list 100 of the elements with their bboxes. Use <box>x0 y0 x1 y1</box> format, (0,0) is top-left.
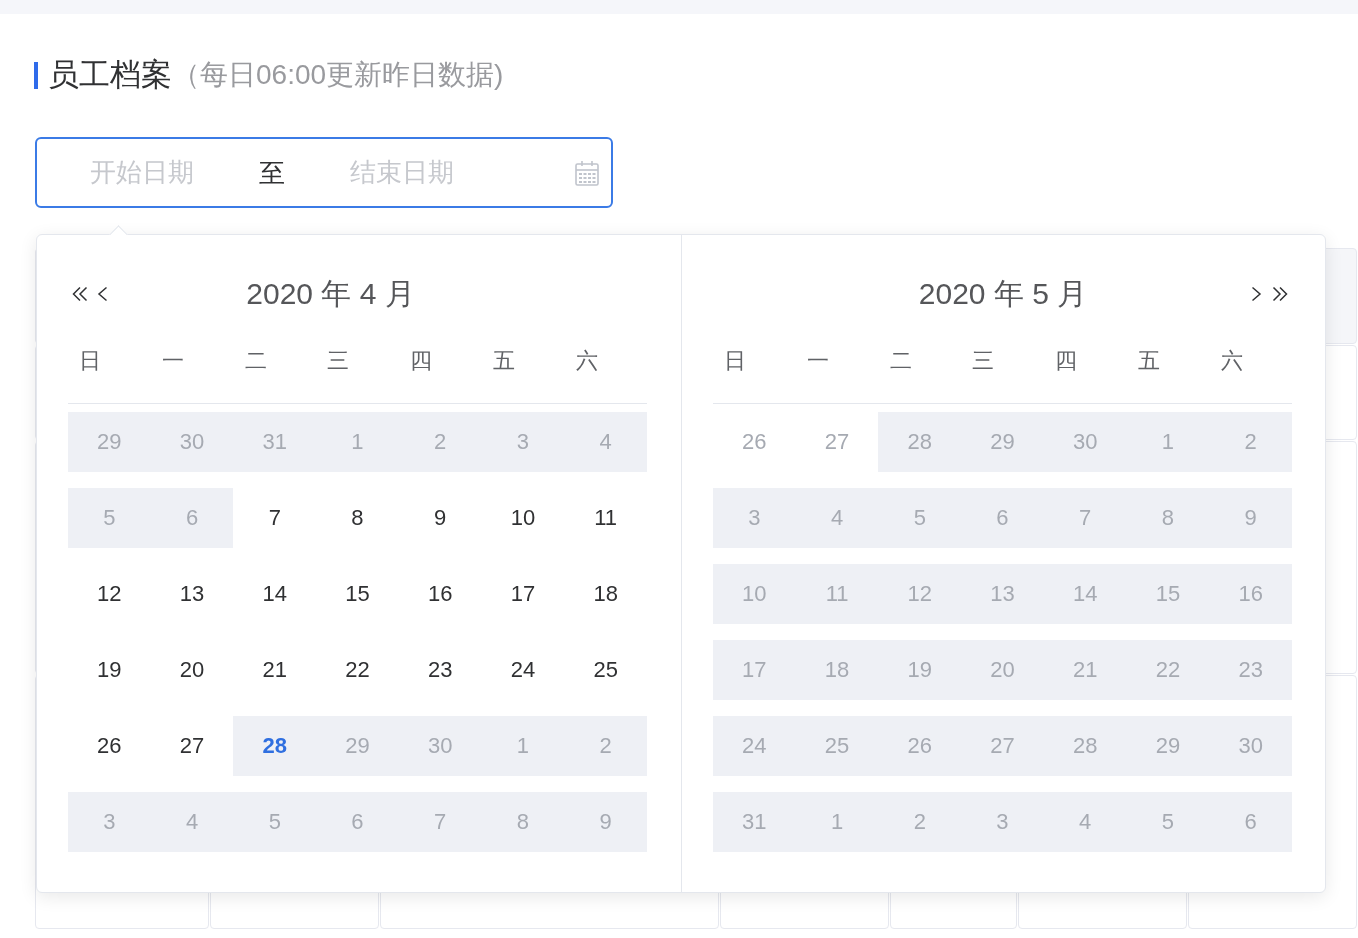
calendar-day[interactable]: 18 <box>564 564 647 624</box>
weekday-label: 四 <box>410 347 433 375</box>
calendar-day: 3 <box>481 412 565 472</box>
calendar-day: 8 <box>1126 488 1210 548</box>
calendar-day: 9 <box>1209 488 1292 548</box>
calendar-day: 26 <box>878 716 962 776</box>
calendar-day: 29 <box>316 716 399 776</box>
calendar-day: 31 <box>233 412 317 472</box>
range-separator: 至 <box>259 156 285 190</box>
calendar-day: 28 <box>233 716 317 776</box>
calendar-day: 15 <box>1126 564 1210 624</box>
calendar-day[interactable]: 7 <box>233 488 317 548</box>
calendar-day[interactable]: 11 <box>564 488 647 548</box>
weekday-label: 四 <box>1055 347 1078 375</box>
calendar-day[interactable]: 14 <box>233 564 317 624</box>
calendar-day[interactable]: 24 <box>481 640 565 700</box>
calendar-day: 2 <box>398 412 482 472</box>
chevron-right-icon[interactable] <box>1251 286 1262 302</box>
calendar-day[interactable]: 27 <box>150 716 234 776</box>
calendar-day: 18 <box>795 640 879 700</box>
start-date-input[interactable]: 开始日期 <box>47 152 237 193</box>
double-chevron-right-icon[interactable] <box>1272 286 1288 302</box>
weekday-label: 一 <box>162 347 185 375</box>
calendar-day[interactable]: 9 <box>398 488 482 548</box>
calendar-day: 9 <box>564 792 647 852</box>
calendar-day: 29 <box>68 412 151 472</box>
calendar-day: 6 <box>150 488 234 548</box>
weekday-label: 二 <box>244 347 267 375</box>
calendar-day: 29 <box>1126 716 1210 776</box>
calendar-day: 27 <box>961 716 1044 776</box>
calendar-day: 4 <box>564 412 647 472</box>
calendar-day: 3 <box>961 792 1044 852</box>
calendar-day: 14 <box>1043 564 1127 624</box>
calendar-day: 4 <box>795 488 879 548</box>
calendar-day: 28 <box>1043 716 1127 776</box>
weekday-label: 一 <box>807 347 830 375</box>
end-date-input[interactable]: 结束日期 <box>307 152 497 193</box>
calendar-day: 6 <box>961 488 1044 548</box>
weekday-label: 五 <box>1137 347 1160 375</box>
calendar-day: 5 <box>878 488 962 548</box>
calendar-day[interactable]: 12 <box>68 564 151 624</box>
calendar-day[interactable]: 20 <box>150 640 234 700</box>
calendar-day: 29 <box>961 412 1044 472</box>
weekday-label: 六 <box>575 347 598 375</box>
calendar-day: 7 <box>1043 488 1127 548</box>
calendar-day: 12 <box>878 564 962 624</box>
calendar-day: 10 <box>713 564 796 624</box>
calendar-day: 6 <box>1209 792 1292 852</box>
calendar-day: 7 <box>398 792 482 852</box>
section-title: 员工档案 <box>48 56 172 94</box>
calendar-day[interactable]: 25 <box>564 640 647 700</box>
calendar-day[interactable]: 8 <box>316 488 399 548</box>
calendar-day: 3 <box>68 792 151 852</box>
calendar-day: 30 <box>398 716 482 776</box>
calendar-day[interactable]: 10 <box>481 488 565 548</box>
calendar-day: 6 <box>316 792 399 852</box>
weekday-label: 日 <box>79 347 102 375</box>
weekday-label: 三 <box>327 347 350 375</box>
calendar-day: 4 <box>1043 792 1127 852</box>
weekday-label: 六 <box>1220 347 1243 375</box>
calendar-day[interactable]: 26 <box>68 716 151 776</box>
calendar-day: 30 <box>1209 716 1292 776</box>
calendar-day: 1 <box>481 716 565 776</box>
calendar-day: 1 <box>795 792 879 852</box>
calendar-day[interactable]: 15 <box>316 564 399 624</box>
calendar-day: 23 <box>1209 640 1292 700</box>
calendar-day: 5 <box>233 792 317 852</box>
double-chevron-left-icon[interactable] <box>72 286 88 302</box>
month-title: 2020 年 4 月 <box>246 276 415 312</box>
calendar-day: 13 <box>961 564 1044 624</box>
calendar-day: 28 <box>878 412 962 472</box>
calendar-day: 3 <box>713 488 796 548</box>
calendar-day: 1 <box>1126 412 1210 472</box>
calendar-day: 5 <box>1126 792 1210 852</box>
calendar-day[interactable]: 21 <box>233 640 317 700</box>
calendar-day[interactable]: 13 <box>150 564 234 624</box>
accent-bar <box>34 61 38 89</box>
calendar-day: 19 <box>878 640 962 700</box>
calendar-day[interactable]: 17 <box>481 564 565 624</box>
calendar-day: 16 <box>1209 564 1292 624</box>
weekday-label: 五 <box>492 347 515 375</box>
calendar-day: 30 <box>150 412 234 472</box>
calendar-day: 30 <box>1043 412 1127 472</box>
calendar-day: 22 <box>1126 640 1210 700</box>
calendar-day[interactable]: 22 <box>316 640 399 700</box>
calendar-day: 5 <box>68 488 151 548</box>
calendar-day: 2 <box>1209 412 1292 472</box>
calendar-day: 20 <box>961 640 1044 700</box>
calendar-day: 17 <box>713 640 796 700</box>
date-range-picker[interactable]: 开始日期 至 结束日期 <box>35 137 613 208</box>
update-note: （每日06:00更新昨日数据) <box>172 58 504 92</box>
calendar-day: 8 <box>481 792 565 852</box>
calendar-day[interactable]: 16 <box>398 564 482 624</box>
calendar-day: 25 <box>795 716 879 776</box>
month-title: 2020 年 5 月 <box>918 276 1088 312</box>
calendar-day: 31 <box>713 792 796 852</box>
calendar-day: 2 <box>878 792 962 852</box>
calendar-day[interactable]: 19 <box>68 640 151 700</box>
calendar-day[interactable]: 23 <box>398 640 482 700</box>
chevron-left-icon[interactable] <box>97 286 108 302</box>
